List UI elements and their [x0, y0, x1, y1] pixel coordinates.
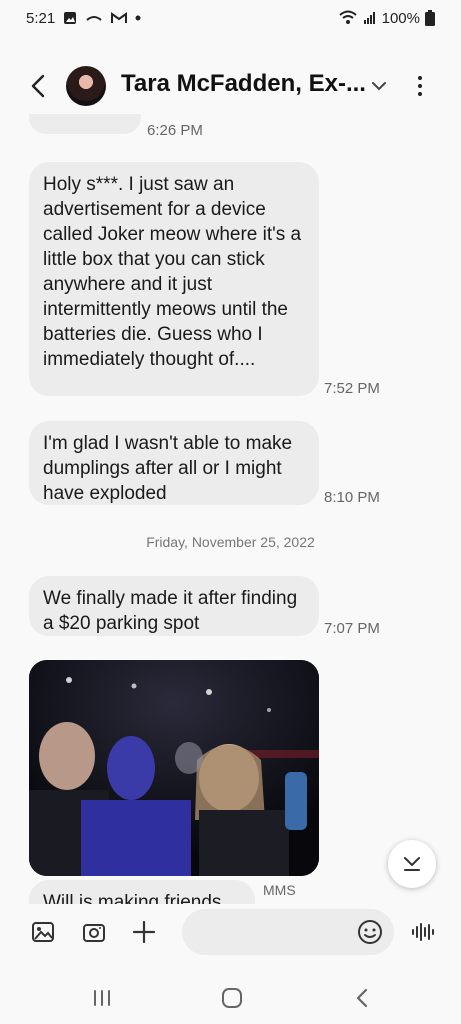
wifi-icon: [338, 10, 358, 26]
message-text: I'm glad I wasn't able to make dumplings…: [43, 433, 293, 504]
recents-icon: [94, 990, 110, 1006]
message-bubble[interactable]: I'm glad I wasn't able to make dumplings…: [29, 421, 319, 505]
gallery-icon: [63, 11, 77, 25]
gallery-icon: [32, 922, 54, 942]
avatar[interactable]: [66, 66, 106, 106]
scroll-to-bottom-button[interactable]: [388, 840, 436, 888]
chevron-down-icon: [404, 857, 420, 871]
gmail-icon: [111, 12, 128, 24]
voice-icon: [412, 923, 434, 941]
message-input[interactable]: [182, 909, 342, 955]
home-button[interactable]: [220, 986, 244, 1010]
emoji-icon: [358, 920, 382, 944]
camera-icon: [83, 924, 105, 942]
message-time: 7:52 PM: [324, 380, 380, 397]
status-left: 5:21: [26, 10, 141, 27]
conversation-header: Tara McFadden, Ex-...: [0, 58, 461, 114]
message-bubble[interactable]: [29, 114, 141, 134]
voice-button[interactable]: [410, 919, 436, 945]
contact-name[interactable]: Tara McFadden, Ex-...: [121, 70, 366, 98]
signal-icon: [363, 11, 377, 25]
back-icon: [356, 988, 368, 1008]
status-right: 100%: [338, 10, 435, 27]
message-bubble[interactable]: Holy s***. I just saw an advertisement f…: [29, 162, 319, 396]
battery-percent: 100%: [381, 9, 420, 27]
composer: [0, 906, 461, 958]
chevron-down-icon[interactable]: [369, 76, 389, 96]
camera-button[interactable]: [81, 919, 107, 945]
home-icon: [222, 988, 242, 1008]
status-bar: 5:21 100%: [0, 0, 461, 36]
more-options-button[interactable]: [410, 72, 430, 100]
recents-button[interactable]: [90, 986, 114, 1010]
message-time: 8:10 PM: [324, 489, 380, 506]
dot: [418, 76, 422, 80]
emoji-button[interactable]: [357, 919, 383, 945]
mms-photo[interactable]: [29, 660, 319, 876]
back-arrow-icon: [31, 74, 45, 98]
voicemail-icon: [85, 12, 103, 24]
battery-icon: [425, 10, 435, 26]
attach-button[interactable]: [131, 919, 157, 945]
message-time: 7:07 PM: [324, 620, 380, 637]
back-button[interactable]: [24, 72, 52, 100]
dot: [418, 92, 422, 96]
message-bubble[interactable]: Will is making friends: [29, 880, 255, 904]
plus-icon: [132, 920, 156, 944]
message-bubble[interactable]: We finally made it after finding a $20 p…: [29, 576, 319, 636]
message-text: We finally made it after finding a $20 p…: [43, 588, 298, 634]
photo-image: [29, 660, 319, 876]
date-separator: Friday, November 25, 2022: [146, 534, 315, 550]
clock: 5:21: [26, 9, 56, 27]
message-text: Holy s***. I just saw an advertisement f…: [43, 174, 302, 370]
dot-icon: [135, 15, 141, 21]
message-text: Will is making friends: [43, 892, 222, 904]
gallery-button[interactable]: [30, 919, 56, 945]
dot: [418, 84, 422, 88]
system-navbar: [0, 972, 461, 1024]
system-back-button[interactable]: [350, 986, 374, 1010]
message-list[interactable]: 6:26 PM Holy s***. I just saw an adverti…: [0, 114, 461, 904]
message-time: 6:26 PM: [147, 122, 203, 139]
mms-label: MMS: [263, 882, 296, 898]
